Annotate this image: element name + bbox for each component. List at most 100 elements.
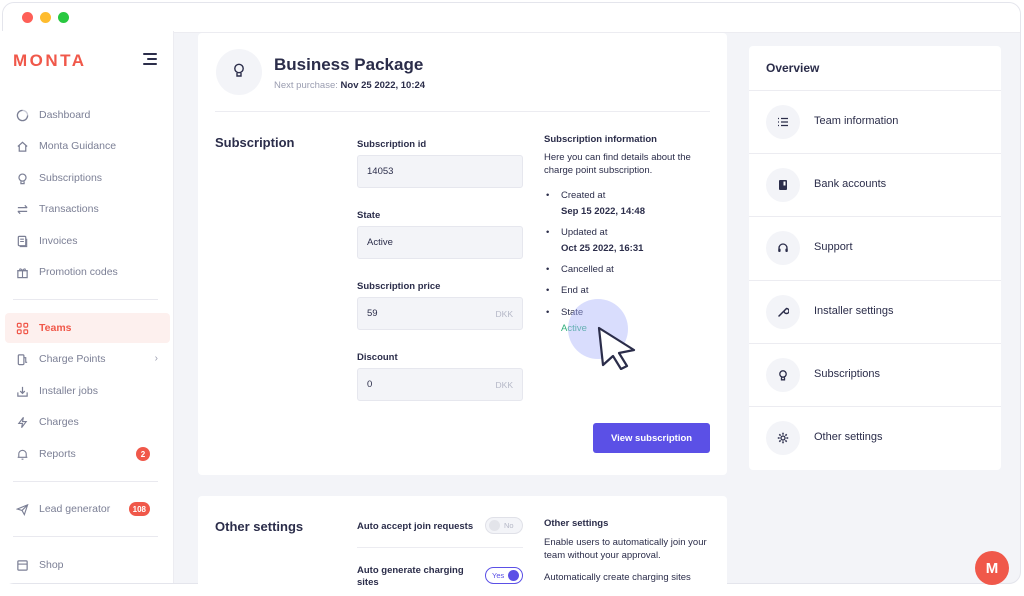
view-subscription-button[interactable]: View subscription xyxy=(593,423,710,453)
shop-icon xyxy=(15,558,29,572)
sidebar-item-lead-generator[interactable]: Lead generator 108 xyxy=(5,494,170,524)
currency-unit: DKK xyxy=(495,308,513,319)
info-label: Created at xyxy=(561,190,606,201)
gift-icon xyxy=(15,265,29,279)
sidebar-item-label: Invoices xyxy=(39,235,78,247)
sidebar-divider xyxy=(13,481,158,482)
info-label: Cancelled at xyxy=(561,264,614,275)
sidebar-item-monta-guidance[interactable]: Monta Guidance xyxy=(5,131,170,161)
overview-item-installer-settings[interactable]: Installer settings xyxy=(749,280,1001,343)
overview-item-label: Other settings xyxy=(814,431,883,443)
sidebar-item-charges[interactable]: Charges xyxy=(5,407,170,437)
overview-item-support[interactable]: Support xyxy=(749,216,1001,279)
overview-item-label: Bank accounts xyxy=(814,178,887,190)
subscription-price-field[interactable]: 59 DKK xyxy=(357,297,523,330)
subscription-id-value: 14053 xyxy=(367,166,394,177)
wrench-icon xyxy=(766,295,800,329)
sidebar-item-label: Promotion codes xyxy=(39,266,118,278)
info-label: Updated at xyxy=(561,227,608,238)
sidebar-item-promotion-codes[interactable]: Promotion codes xyxy=(5,257,170,287)
subscription-info-title: Subscription information xyxy=(544,134,657,145)
subscription-id-field[interactable]: 14053 xyxy=(357,155,523,188)
auto-generate-toggle[interactable]: Yes xyxy=(485,567,523,584)
chevron-right-icon: › xyxy=(154,353,158,364)
overview-item-team-information[interactable]: Team information xyxy=(749,90,1001,153)
info-value: Oct 25 2022, 16:31 xyxy=(561,243,644,254)
monta-logo[interactable]: MONTA xyxy=(13,51,87,71)
download-box-icon xyxy=(15,384,29,398)
sidebar-item-label: Transactions xyxy=(39,203,99,215)
sidebar-item-label: Installer jobs xyxy=(39,385,98,397)
lightbulb-icon xyxy=(15,171,29,185)
sidebar-item-label: Reports xyxy=(39,448,76,460)
dashboard-icon xyxy=(15,108,29,122)
state-label: State xyxy=(357,210,381,221)
next-purchase-label: Next purchase: xyxy=(274,80,338,91)
subscription-price-value: 59 xyxy=(367,308,378,319)
sidebar-item-label: Shop xyxy=(39,559,64,571)
sidebar-item-label: Charge Points xyxy=(39,353,106,365)
sidebar-divider xyxy=(13,536,158,537)
info-value: Sep 15 2022, 14:48 xyxy=(561,206,645,217)
auto-generate-label: Auto generate charging sites xyxy=(357,565,464,588)
toggle-knob xyxy=(508,570,519,581)
overview-item-label: Team information xyxy=(814,115,899,127)
subscription-info-description: Here you can find details about the char… xyxy=(544,152,691,176)
charge-point-icon xyxy=(15,352,29,366)
lightning-icon xyxy=(15,415,29,429)
sidebar-item-label: Monta Guidance xyxy=(39,140,117,152)
sidebar-item-label: Dashboard xyxy=(39,109,91,121)
subscription-section-title: Subscription xyxy=(215,135,295,150)
sidebar-item-installer-jobs[interactable]: Installer jobs xyxy=(5,376,170,406)
other-settings-info-title: Other settings xyxy=(544,518,609,529)
other-settings-section-title: Other settings xyxy=(215,519,304,534)
swap-arrows-icon xyxy=(15,202,29,216)
discount-field[interactable]: 0 DKK xyxy=(357,368,523,401)
sidebar-item-label: Charges xyxy=(39,416,79,428)
toggle-state-label: Yes xyxy=(492,571,505,580)
menu-collapse-icon[interactable] xyxy=(143,53,157,65)
overview-item-other-settings[interactable]: Other settings xyxy=(749,406,1001,469)
sidebar-item-reports[interactable]: Reports 2 xyxy=(5,439,170,469)
sidebar-item-shop[interactable]: Shop xyxy=(5,550,170,580)
home-icon xyxy=(15,139,29,153)
lightbulb-icon xyxy=(232,62,246,83)
bank-book-icon xyxy=(766,168,800,202)
card-divider xyxy=(215,111,710,112)
sidebar-item-dashboard[interactable]: Dashboard xyxy=(5,100,170,130)
invoice-icon xyxy=(15,234,29,248)
info-label: End at xyxy=(561,285,589,296)
sidebar-item-subscriptions[interactable]: Subscriptions xyxy=(5,163,170,193)
window-titlebar xyxy=(3,3,1020,33)
sidebar-item-invoices[interactable]: Invoices xyxy=(5,226,170,256)
overview-item-label: Subscriptions xyxy=(814,368,881,380)
toggle-knob xyxy=(489,520,500,531)
help-chat-button[interactable]: M xyxy=(975,551,1009,585)
list-icon xyxy=(766,105,800,139)
window-maximize-button[interactable] xyxy=(58,12,69,23)
sidebar-item-label: Subscriptions xyxy=(39,172,103,184)
settings-divider xyxy=(357,547,523,548)
toggle-state-label: No xyxy=(504,521,514,530)
next-purchase-value: Nov 25 2022, 10:24 xyxy=(340,80,426,91)
sidebar-item-label: Lead generator xyxy=(39,503,111,515)
state-value: Active xyxy=(367,237,393,248)
window-minimize-button[interactable] xyxy=(40,12,51,23)
discount-value: 0 xyxy=(367,379,373,390)
sidebar-item-transactions[interactable]: Transactions xyxy=(5,194,170,224)
overview-item-bank-accounts[interactable]: Bank accounts xyxy=(749,153,1001,216)
sidebar-item-charge-points[interactable]: Charge Points › xyxy=(5,344,170,374)
auto-accept-toggle[interactable]: No xyxy=(485,517,523,534)
state-field[interactable]: Active xyxy=(357,226,523,259)
send-icon xyxy=(15,502,29,516)
package-title: Business Package xyxy=(274,55,424,74)
headset-icon xyxy=(766,231,800,265)
other-settings-info-desc: Enable users to automatically join your … xyxy=(544,537,707,561)
grid-icon xyxy=(15,321,29,335)
window-close-button[interactable] xyxy=(22,12,33,23)
reports-count-badge: 2 xyxy=(136,447,150,461)
sidebar-item-teams[interactable]: Teams xyxy=(5,313,170,343)
overview-item-subscriptions[interactable]: Subscriptions xyxy=(749,343,1001,406)
lightbulb-icon xyxy=(766,358,800,392)
lead-generator-count-badge: 108 xyxy=(128,502,150,516)
